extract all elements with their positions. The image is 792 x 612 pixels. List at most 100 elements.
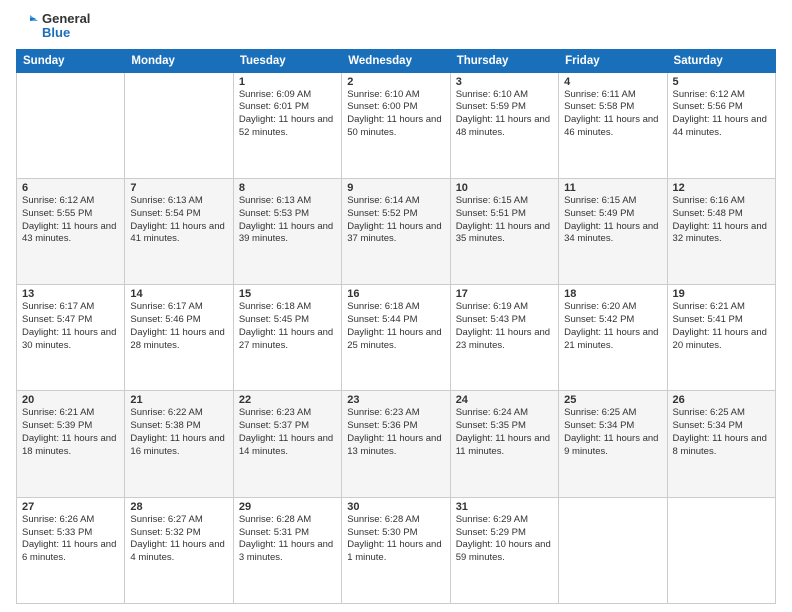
week-row-4: 20Sunrise: 6:21 AMSunset: 5:39 PMDayligh… — [17, 391, 776, 497]
day-number: 18 — [564, 288, 661, 300]
day-number: 30 — [347, 501, 444, 513]
day-info: Sunrise: 6:21 AMSunset: 5:41 PMDaylight:… — [673, 301, 770, 352]
day-info: Sunrise: 6:29 AMSunset: 5:29 PMDaylight:… — [456, 514, 553, 565]
calendar-cell — [559, 497, 667, 603]
calendar-cell: 2Sunrise: 6:10 AMSunset: 6:00 PMDaylight… — [342, 72, 450, 178]
day-number: 7 — [130, 182, 227, 194]
day-info: Sunrise: 6:12 AMSunset: 5:55 PMDaylight:… — [22, 195, 119, 246]
week-row-1: 1Sunrise: 6:09 AMSunset: 6:01 PMDaylight… — [17, 72, 776, 178]
calendar-cell: 15Sunrise: 6:18 AMSunset: 5:45 PMDayligh… — [233, 285, 341, 391]
logo: General Blue — [16, 12, 90, 41]
weekday-header-monday: Monday — [125, 49, 233, 72]
day-number: 23 — [347, 394, 444, 406]
day-number: 13 — [22, 288, 119, 300]
calendar-cell: 11Sunrise: 6:15 AMSunset: 5:49 PMDayligh… — [559, 178, 667, 284]
day-info: Sunrise: 6:18 AMSunset: 5:45 PMDaylight:… — [239, 301, 336, 352]
day-info: Sunrise: 6:09 AMSunset: 6:01 PMDaylight:… — [239, 89, 336, 140]
day-info: Sunrise: 6:14 AMSunset: 5:52 PMDaylight:… — [347, 195, 444, 246]
day-number: 2 — [347, 76, 444, 88]
week-row-5: 27Sunrise: 6:26 AMSunset: 5:33 PMDayligh… — [17, 497, 776, 603]
day-number: 21 — [130, 394, 227, 406]
calendar-cell: 6Sunrise: 6:12 AMSunset: 5:55 PMDaylight… — [17, 178, 125, 284]
day-number: 25 — [564, 394, 661, 406]
day-number: 29 — [239, 501, 336, 513]
calendar-cell: 16Sunrise: 6:18 AMSunset: 5:44 PMDayligh… — [342, 285, 450, 391]
week-row-3: 13Sunrise: 6:17 AMSunset: 5:47 PMDayligh… — [17, 285, 776, 391]
day-info: Sunrise: 6:11 AMSunset: 5:58 PMDaylight:… — [564, 89, 661, 140]
day-number: 4 — [564, 76, 661, 88]
day-number: 9 — [347, 182, 444, 194]
weekday-header-row: SundayMondayTuesdayWednesdayThursdayFrid… — [17, 49, 776, 72]
day-number: 26 — [673, 394, 770, 406]
day-number: 16 — [347, 288, 444, 300]
calendar-cell: 17Sunrise: 6:19 AMSunset: 5:43 PMDayligh… — [450, 285, 558, 391]
day-info: Sunrise: 6:16 AMSunset: 5:48 PMDaylight:… — [673, 195, 770, 246]
calendar-cell: 24Sunrise: 6:24 AMSunset: 5:35 PMDayligh… — [450, 391, 558, 497]
day-number: 24 — [456, 394, 553, 406]
day-info: Sunrise: 6:19 AMSunset: 5:43 PMDaylight:… — [456, 301, 553, 352]
day-info: Sunrise: 6:13 AMSunset: 5:53 PMDaylight:… — [239, 195, 336, 246]
weekday-header-saturday: Saturday — [667, 49, 775, 72]
calendar-cell — [667, 497, 775, 603]
day-info: Sunrise: 6:17 AMSunset: 5:46 PMDaylight:… — [130, 301, 227, 352]
day-info: Sunrise: 6:18 AMSunset: 5:44 PMDaylight:… — [347, 301, 444, 352]
calendar-cell: 7Sunrise: 6:13 AMSunset: 5:54 PMDaylight… — [125, 178, 233, 284]
calendar-cell: 26Sunrise: 6:25 AMSunset: 5:34 PMDayligh… — [667, 391, 775, 497]
calendar-cell: 20Sunrise: 6:21 AMSunset: 5:39 PMDayligh… — [17, 391, 125, 497]
day-info: Sunrise: 6:26 AMSunset: 5:33 PMDaylight:… — [22, 514, 119, 565]
day-number: 10 — [456, 182, 553, 194]
day-info: Sunrise: 6:15 AMSunset: 5:49 PMDaylight:… — [564, 195, 661, 246]
weekday-header-friday: Friday — [559, 49, 667, 72]
day-number: 31 — [456, 501, 553, 513]
day-number: 11 — [564, 182, 661, 194]
day-info: Sunrise: 6:23 AMSunset: 5:37 PMDaylight:… — [239, 407, 336, 458]
day-number: 22 — [239, 394, 336, 406]
day-info: Sunrise: 6:17 AMSunset: 5:47 PMDaylight:… — [22, 301, 119, 352]
calendar-cell: 21Sunrise: 6:22 AMSunset: 5:38 PMDayligh… — [125, 391, 233, 497]
week-row-2: 6Sunrise: 6:12 AMSunset: 5:55 PMDaylight… — [17, 178, 776, 284]
page: General Blue SundayMondayTuesdayWednesda… — [0, 0, 792, 612]
day-info: Sunrise: 6:25 AMSunset: 5:34 PMDaylight:… — [564, 407, 661, 458]
calendar-cell: 4Sunrise: 6:11 AMSunset: 5:58 PMDaylight… — [559, 72, 667, 178]
calendar-cell: 1Sunrise: 6:09 AMSunset: 6:01 PMDaylight… — [233, 72, 341, 178]
calendar-cell: 13Sunrise: 6:17 AMSunset: 5:47 PMDayligh… — [17, 285, 125, 391]
day-info: Sunrise: 6:24 AMSunset: 5:35 PMDaylight:… — [456, 407, 553, 458]
day-number: 27 — [22, 501, 119, 513]
day-info: Sunrise: 6:21 AMSunset: 5:39 PMDaylight:… — [22, 407, 119, 458]
day-info: Sunrise: 6:22 AMSunset: 5:38 PMDaylight:… — [130, 407, 227, 458]
calendar-cell: 5Sunrise: 6:12 AMSunset: 5:56 PMDaylight… — [667, 72, 775, 178]
day-number: 14 — [130, 288, 227, 300]
calendar-cell: 27Sunrise: 6:26 AMSunset: 5:33 PMDayligh… — [17, 497, 125, 603]
weekday-header-sunday: Sunday — [17, 49, 125, 72]
day-number: 8 — [239, 182, 336, 194]
calendar-cell: 18Sunrise: 6:20 AMSunset: 5:42 PMDayligh… — [559, 285, 667, 391]
calendar-cell: 9Sunrise: 6:14 AMSunset: 5:52 PMDaylight… — [342, 178, 450, 284]
day-info: Sunrise: 6:10 AMSunset: 6:00 PMDaylight:… — [347, 89, 444, 140]
calendar-cell: 3Sunrise: 6:10 AMSunset: 5:59 PMDaylight… — [450, 72, 558, 178]
logo-bird-icon — [16, 13, 38, 35]
calendar-table: SundayMondayTuesdayWednesdayThursdayFrid… — [16, 49, 776, 604]
calendar-cell: 28Sunrise: 6:27 AMSunset: 5:32 PMDayligh… — [125, 497, 233, 603]
calendar-cell: 19Sunrise: 6:21 AMSunset: 5:41 PMDayligh… — [667, 285, 775, 391]
logo-text: General Blue — [42, 12, 90, 41]
day-number: 17 — [456, 288, 553, 300]
day-number: 6 — [22, 182, 119, 194]
day-info: Sunrise: 6:20 AMSunset: 5:42 PMDaylight:… — [564, 301, 661, 352]
calendar-cell: 29Sunrise: 6:28 AMSunset: 5:31 PMDayligh… — [233, 497, 341, 603]
day-number: 28 — [130, 501, 227, 513]
calendar-cell: 22Sunrise: 6:23 AMSunset: 5:37 PMDayligh… — [233, 391, 341, 497]
day-number: 12 — [673, 182, 770, 194]
day-number: 1 — [239, 76, 336, 88]
calendar-cell: 14Sunrise: 6:17 AMSunset: 5:46 PMDayligh… — [125, 285, 233, 391]
day-info: Sunrise: 6:10 AMSunset: 5:59 PMDaylight:… — [456, 89, 553, 140]
calendar-cell: 25Sunrise: 6:25 AMSunset: 5:34 PMDayligh… — [559, 391, 667, 497]
calendar-cell — [125, 72, 233, 178]
day-info: Sunrise: 6:15 AMSunset: 5:51 PMDaylight:… — [456, 195, 553, 246]
calendar-cell: 8Sunrise: 6:13 AMSunset: 5:53 PMDaylight… — [233, 178, 341, 284]
day-info: Sunrise: 6:13 AMSunset: 5:54 PMDaylight:… — [130, 195, 227, 246]
day-info: Sunrise: 6:23 AMSunset: 5:36 PMDaylight:… — [347, 407, 444, 458]
calendar-cell: 30Sunrise: 6:28 AMSunset: 5:30 PMDayligh… — [342, 497, 450, 603]
day-number: 5 — [673, 76, 770, 88]
calendar-cell: 12Sunrise: 6:16 AMSunset: 5:48 PMDayligh… — [667, 178, 775, 284]
day-number: 3 — [456, 76, 553, 88]
